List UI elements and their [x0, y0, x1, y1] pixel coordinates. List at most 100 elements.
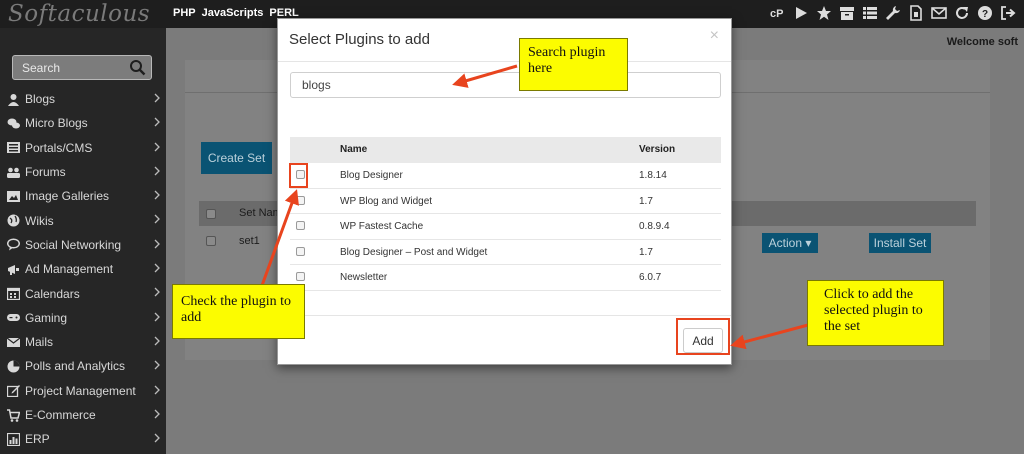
chevron-right-icon [154, 239, 160, 249]
plugin-search-input[interactable] [290, 72, 721, 98]
tab-javascripts[interactable]: JavaScripts [202, 7, 264, 19]
chat-icon [7, 238, 20, 251]
set-row-checkbox[interactable] [206, 236, 216, 246]
cart-icon [7, 408, 20, 422]
plugin-name: Blog Designer [340, 170, 403, 181]
sidebar-item-label: Mails [25, 335, 54, 350]
sidebar-item-label: Portals/CMS [25, 140, 93, 155]
sidebar-item-project-management[interactable]: Project Management [0, 379, 166, 403]
refresh-icon[interactable] [954, 5, 970, 21]
chevron-right-icon [154, 385, 160, 395]
category-list: Blogs Micro Blogs Portals/CMS Forums Image G… [0, 87, 166, 451]
wrench-icon[interactable] [885, 5, 901, 21]
list-icon[interactable] [862, 5, 878, 21]
chevron-right-icon [154, 312, 160, 322]
chevron-right-icon [154, 166, 160, 176]
sidebar-item-polls-and-analytics[interactable]: Polls and Analytics [0, 354, 166, 378]
sidebar-item-label: Gaming [25, 310, 68, 325]
select-plugins-modal: Select Plugins to add × Name Version Blo… [277, 18, 732, 365]
plugin-version: 1.8.14 [639, 170, 667, 181]
chevron-right-icon [154, 190, 160, 200]
comments-icon [7, 117, 20, 130]
top-toolbar: cP ? [770, 5, 1016, 21]
softaculous-logo[interactable]: Softaculous [8, 1, 150, 27]
sidebar-item-label: Polls and Analytics [25, 359, 126, 374]
plugin-name: WP Blog and Widget [340, 195, 433, 207]
plugin-rows: Blog Designer 1.8.14 WP Blog and Widget 1.7… [290, 163, 721, 291]
sidebar-item-forums[interactable]: Forums [0, 160, 166, 184]
search-plugin-callout: Search plugin here [519, 38, 628, 91]
svg-text:cP: cP [770, 8, 783, 20]
play-icon[interactable] [793, 5, 809, 21]
modal-header: Select Plugins to add × [278, 19, 731, 62]
sidebar-item-portals-cms[interactable]: Portals/CMS [0, 136, 166, 160]
plugin-checkbox[interactable] [296, 221, 305, 231]
sidebar-item-social-networking[interactable]: Social Networking [0, 233, 166, 257]
document-icon[interactable] [908, 5, 924, 21]
sidebar-item-label: Micro Blogs [25, 116, 88, 131]
sidebar-item-erp[interactable]: ERP [0, 427, 166, 451]
sidebar-search[interactable]: Search [12, 55, 152, 80]
sidebar-item-wikis[interactable]: Wikis [0, 208, 166, 232]
archive-icon[interactable] [839, 5, 855, 21]
chevron-right-icon [154, 409, 160, 419]
mail-icon [7, 336, 20, 349]
sidebar-item-label: ERP [25, 432, 50, 447]
sidebar-item-label: E-Commerce [25, 408, 96, 422]
plugin-row: Blog Designer 1.8.14 [290, 163, 721, 189]
sidebar-item-blogs[interactable]: Blogs [0, 87, 166, 111]
chevron-right-icon [154, 287, 160, 297]
sidebar-item-ad-management[interactable]: Ad Management [0, 257, 166, 281]
plugins-table: Name Version Blog Designer 1.8.14 WP Blog … [290, 137, 721, 291]
gamepad-icon [7, 311, 20, 324]
sidebar-item-label: Image Galleries [25, 189, 110, 204]
chevron-right-icon [154, 142, 160, 152]
svg-text:?: ? [982, 9, 988, 20]
bar-chart-icon [7, 432, 20, 446]
close-icon[interactable]: × [710, 27, 719, 45]
sidebar-item-calendars[interactable]: Calendars [0, 281, 166, 305]
checkbox-highlight-box [289, 163, 308, 188]
sidebar-item-image-galleries[interactable]: Image Galleries [0, 184, 166, 208]
sidebar-item-gaming[interactable]: Gaming [0, 306, 166, 330]
logout-icon[interactable] [1000, 5, 1016, 21]
plugin-version: 1.7 [639, 195, 653, 207]
chevron-right-icon [154, 215, 160, 224]
tab-php[interactable]: PHP [173, 7, 196, 19]
sidebar-item-label: Social Networking [25, 237, 122, 252]
create-set-button[interactable]: Create Set [201, 142, 272, 174]
sidebar-search-placeholder: Search [22, 61, 61, 75]
install-set-button[interactable]: Install Set [869, 233, 931, 253]
plugin-name: WP Fastest Cache [340, 221, 424, 233]
sidebar: Search Blogs Micro Blogs Portals/CMS Forums… [0, 28, 166, 454]
help-icon[interactable]: ? [977, 5, 993, 21]
sidebar-item-label: Blogs [25, 92, 56, 107]
sidebar-item-micro-blogs[interactable]: Micro Blogs [0, 111, 166, 135]
select-all-sets-checkbox[interactable] [206, 209, 216, 219]
envelope-icon[interactable] [931, 5, 947, 21]
action-dropdown-button[interactable]: Action ▾ [762, 233, 818, 253]
cpanel-icon[interactable]: cP [770, 5, 786, 21]
chevron-right-icon [154, 360, 160, 370]
chevron-right-icon [154, 433, 160, 443]
sidebar-item-label: Project Management [25, 383, 136, 398]
plugin-name: Newsletter [340, 272, 388, 284]
sidebar-item-e-commerce[interactable]: E-Commerce [0, 403, 166, 427]
add-plugin-callout: Click to add the selected plugin to the … [807, 280, 944, 346]
chevron-right-icon [154, 263, 160, 273]
welcome-text: Welcome soft [946, 36, 1018, 48]
search-icon[interactable] [129, 59, 146, 76]
sidebar-item-mails[interactable]: Mails [0, 330, 166, 354]
calendar-icon [7, 287, 20, 301]
plugin-version: 6.0.7 [639, 272, 662, 284]
plugin-checkbox[interactable] [296, 272, 305, 282]
plugin-row: Newsletter 6.0.7 [290, 265, 721, 291]
plugin-checkbox[interactable] [296, 195, 305, 205]
name-column-header: Name [340, 144, 368, 155]
plugin-checkbox[interactable] [296, 246, 305, 256]
set-name-column-header: Set Nam [239, 207, 282, 219]
sidebar-item-label: Ad Management [25, 262, 114, 277]
star-icon[interactable] [816, 5, 832, 21]
modal-footer-divider [278, 315, 731, 316]
group-icon [7, 166, 20, 179]
